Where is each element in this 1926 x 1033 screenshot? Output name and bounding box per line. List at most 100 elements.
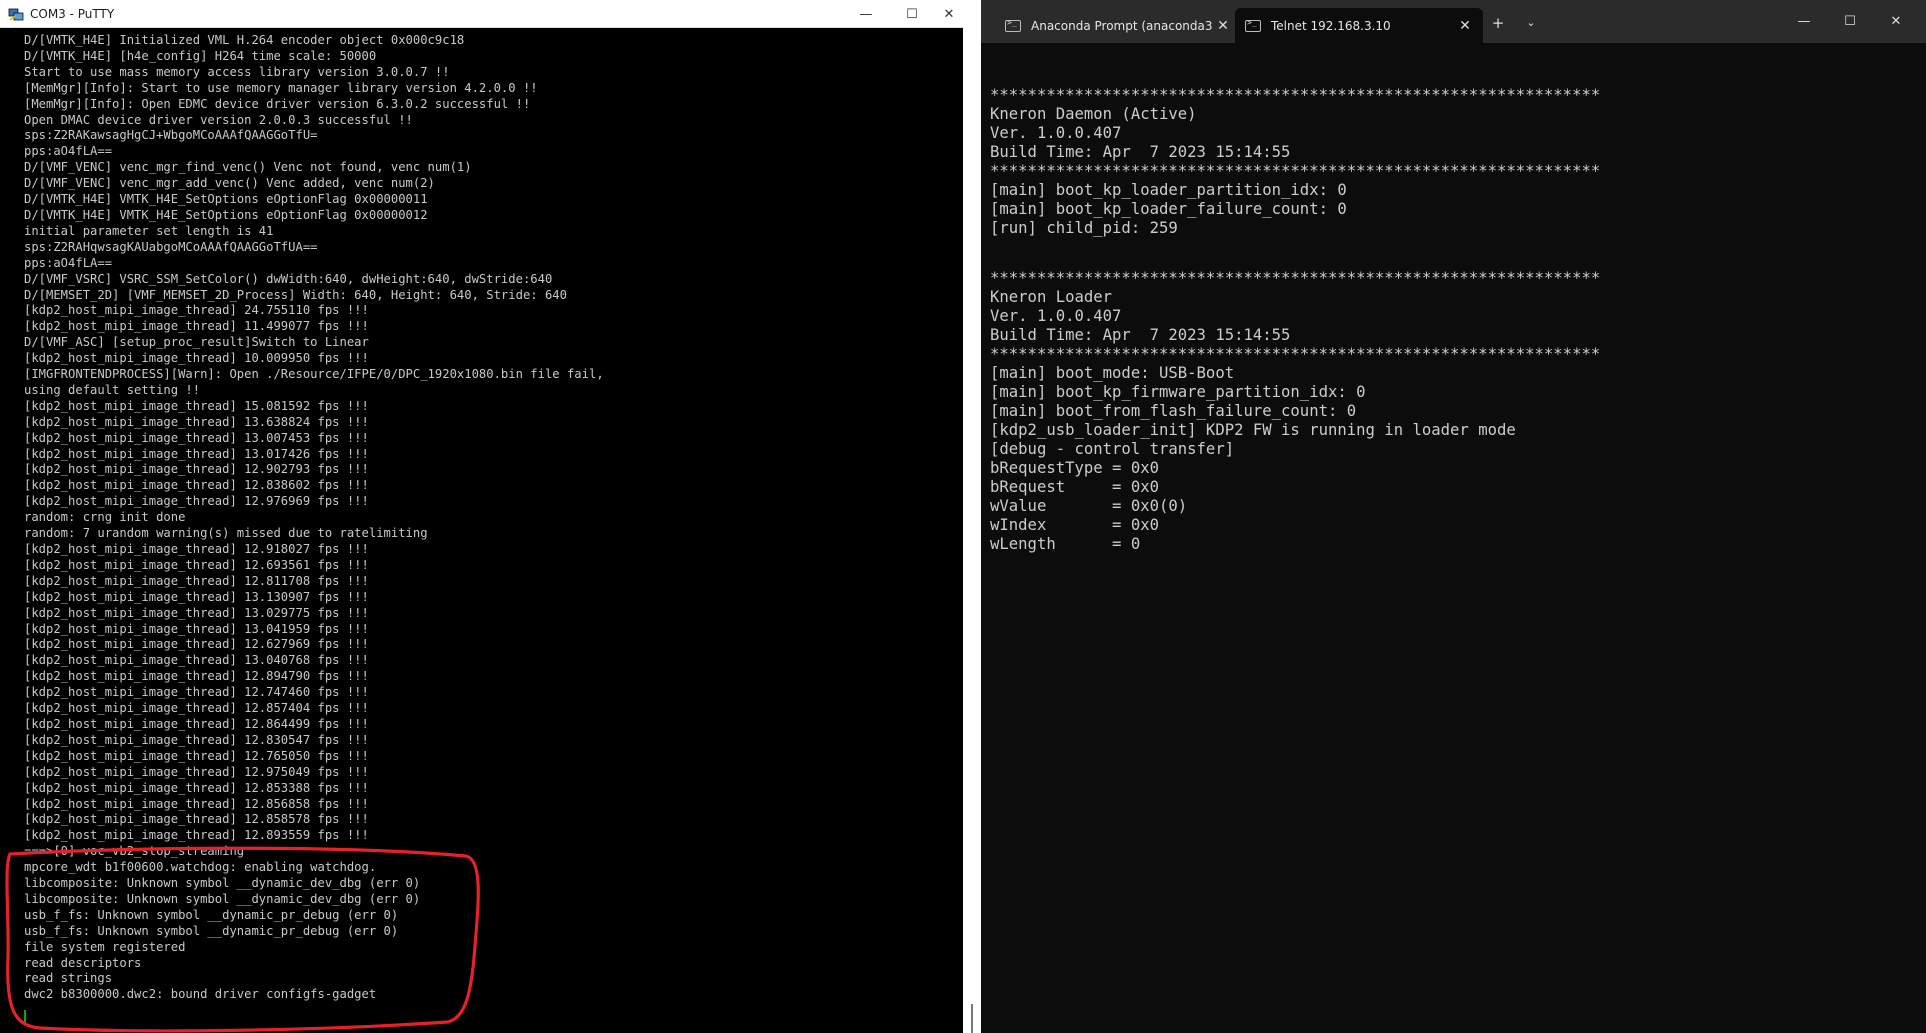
putty-output-line: usb_f_fs: Unknown symbol __dynamic_pr_de… [24, 923, 399, 938]
telnet-terminal-output[interactable]: ****************************************… [990, 86, 1920, 1026]
putty-output-line: [kdp2_host_mipi_image_thread] 12.830547 … [24, 732, 369, 747]
close-button[interactable]: ✕ [1873, 0, 1919, 43]
putty-output-line: [kdp2_host_mipi_image_thread] 15.081592 … [24, 398, 369, 413]
minimize-button[interactable]: — [843, 0, 889, 28]
putty-output-line: sps:Z2RAKawsagHgCJ+WbgoMCoAAAfQAAGGoTfU= [24, 128, 318, 143]
putty-output-line: D/[VMTK_H4E] Initialized VML H.264 encod… [24, 33, 465, 47]
putty-output-line: [kdp2_host_mipi_image_thread] 12.811708 … [24, 573, 369, 588]
putty-output-line: [kdp2_host_mipi_image_thread] 12.918027 … [24, 542, 369, 556]
telnet-output-line: Ver. 1.0.0.407 [990, 307, 1122, 326]
minimize-icon: — [1797, 14, 1811, 29]
putty-output-line: D/[VMF_ASC] [setup_proc_result]Switch to… [24, 335, 369, 350]
putty-output-line: random: crng init done [24, 510, 186, 525]
putty-output-line: [kdp2_host_mipi_image_thread] 13.007453 … [24, 430, 369, 445]
putty-output-line: D/[VMF_VENC] venc_mgr_add_venc() Venc ad… [24, 176, 435, 191]
new-tab-button[interactable]: + [1485, 12, 1511, 34]
telnet-output-line: Ver. 1.0.0.407 [990, 124, 1122, 142]
maximize-icon: ☐ [906, 6, 918, 22]
telnet-output-line: ****************************************… [990, 162, 1601, 180]
putty-output-line: [kdp2_host_mipi_image_thread] 13.638824 … [24, 414, 369, 429]
putty-output-line: libcomposite: Unknown symbol __dynamic_d… [24, 876, 421, 891]
telnet-output-line [990, 238, 1920, 254]
putty-output-line: [kdp2_host_mipi_image_thread] 12.975049 … [24, 764, 369, 779]
telnet-output-line: [debug - control transfer] [990, 440, 1235, 459]
telnet-output-line: ****************************************… [990, 345, 1601, 364]
putty-terminal-output[interactable]: D/[VMTK_H4E] Initialized VML H.264 encod… [24, 33, 954, 1028]
putty-titlebar[interactable]: COM3 - PuTTY — ☐ ✕ [0, 0, 963, 28]
telnet-output-line: ****************************************… [990, 269, 1601, 288]
putty-output-line: [kdp2_host_mipi_image_thread] 13.041959 … [24, 621, 369, 636]
tab-bar: Anaconda Prompt (anaconda3 ✕ Telnet 192.… [981, 0, 1926, 43]
tab-dropdown-button[interactable]: ⌄ [1518, 12, 1544, 34]
telnet-output-line: ****************************************… [990, 86, 1601, 104]
telnet-output-line: [run] child_pid: 259 [990, 219, 1178, 237]
putty-output-line: D/[MEMSET_2D] [VMF_MEMSET_2D_Process] Wi… [24, 287, 567, 302]
putty-output-line: read strings [24, 971, 113, 986]
putty-output-line: [kdp2_host_mipi_image_thread] 12.864499 … [24, 716, 369, 731]
putty-output-line: [kdp2_host_mipi_image_thread] 11.499077 … [24, 319, 369, 334]
putty-output-line: using default setting !! [24, 382, 201, 397]
maximize-button[interactable]: ☐ [1827, 0, 1873, 43]
telnet-output-line: wValue = 0x0(0) [990, 497, 1188, 516]
close-button[interactable]: ✕ [935, 0, 963, 28]
minimize-button[interactable]: — [1781, 0, 1827, 43]
putty-output-line: [kdp2_host_mipi_image_thread] 13.130907 … [24, 589, 369, 604]
putty-output-line: [kdp2_host_mipi_image_thread] 12.693561 … [24, 557, 369, 572]
putty-output-line: initial parameter set length is 41 [24, 223, 274, 238]
putty-output-line: mpcore_wdt b1f00600.watchdog: enabling w… [24, 860, 377, 875]
minimize-icon: — [859, 6, 873, 22]
putty-output-line: [kdp2_host_mipi_image_thread] 24.755110 … [24, 303, 369, 318]
putty-output-line: [kdp2_host_mipi_image_thread] 12.976969 … [24, 494, 369, 509]
putty-output-line: [kdp2_host_mipi_image_thread] 12.765050 … [24, 748, 369, 763]
putty-app-icon[interactable] [8, 6, 24, 22]
putty-output-line: [kdp2_host_mipi_image_thread] 12.838602 … [24, 478, 369, 493]
telnet-output-line: Kneron Daemon (Active) [990, 105, 1197, 123]
maximize-icon: ☐ [1844, 14, 1856, 29]
putty-output-line: D/[VMTK_H4E] VMTK_H4E_SetOptions eOption… [24, 207, 428, 222]
putty-window: COM3 - PuTTY — ☐ ✕ D/[VMTK_H4E] Initiali… [0, 0, 981, 1033]
putty-output-line: D/[VMTK_H4E] [h4e_config] H264 time scal… [24, 48, 377, 63]
tab-label: Telnet 192.168.3.10 [1271, 18, 1391, 33]
close-icon: ✕ [1890, 14, 1902, 29]
putty-output-line: read descriptors [24, 955, 142, 970]
telnet-output-line: Build Time: Apr 7 2023 15:14:55 [990, 326, 1291, 345]
putty-output-line: sps:Z2RAHqwsagKAUabgoMCoAAAfQAAGGoTfUA== [24, 239, 318, 254]
putty-output-line: libcomposite: Unknown symbol __dynamic_d… [24, 891, 421, 906]
putty-output-line: [kdp2_host_mipi_image_thread] 12.857404 … [24, 701, 369, 716]
putty-output-line: D/[VMF_VENC] venc_mgr_find_venc() Venc n… [24, 160, 472, 175]
putty-output-line: [IMGFRONTENDPROCESS][Warn]: Open ./Resou… [24, 367, 604, 382]
putty-output-line: [kdp2_host_mipi_image_thread] 12.856858 … [24, 796, 369, 811]
telnet-output-line: [main] boot_kp_loader_failure_count: 0 [990, 200, 1347, 218]
telnet-output-line: wLength = 0 [990, 535, 1141, 554]
putty-window-title: COM3 - PuTTY [30, 7, 115, 21]
telnet-output-line: Build Time: Apr 7 2023 15:14:55 [990, 143, 1291, 161]
windows-terminal-window: Anaconda Prompt (anaconda3 ✕ Telnet 192.… [981, 0, 1926, 1033]
putty-output-line: D/[VMF_VSRC] VSRC_SSM_SetColor() dwWidth… [24, 271, 553, 286]
putty-output-line: [MemMgr][Info]: Start to use memory mana… [24, 80, 538, 95]
close-icon[interactable]: ✕ [1457, 18, 1473, 34]
telnet-output-line: bRequest = 0x0 [990, 478, 1159, 497]
scrollbar-thumb[interactable] [971, 1004, 973, 1033]
putty-output-line: [kdp2_host_mipi_image_thread] 12.853388 … [24, 780, 369, 795]
putty-output-line: [kdp2_host_mipi_image_thread] 12.893559 … [24, 828, 369, 843]
putty-output-line: Start to use mass memory access library … [24, 64, 450, 79]
putty-scrollbar[interactable] [963, 28, 981, 1033]
tab-telnet[interactable]: Telnet 192.168.3.10 ✕ [1235, 8, 1483, 43]
telnet-output-line: [main] boot_kp_firmware_partition_idx: 0 [990, 383, 1366, 402]
terminal-tab-icon [1245, 18, 1261, 32]
putty-output-line: [kdp2_host_mipi_image_thread] 12.858578 … [24, 812, 369, 827]
telnet-output-line [990, 254, 1920, 270]
close-icon[interactable]: ✕ [1215, 18, 1231, 34]
putty-output-line: [kdp2_host_mipi_image_thread] 10.009950 … [24, 351, 369, 366]
tab-anaconda-prompt[interactable]: Anaconda Prompt (anaconda3 ✕ [995, 8, 1241, 43]
putty-output-line: [kdp2_host_mipi_image_thread] 12.902793 … [24, 462, 369, 477]
putty-output-line: [kdp2_host_mipi_image_thread] 13.029775 … [24, 605, 369, 620]
maximize-button[interactable]: ☐ [889, 0, 935, 28]
putty-output-line: file system registered [24, 939, 186, 954]
putty-output-line: pps:aO4fLA== [24, 144, 113, 159]
putty-output-line: [kdp2_host_mipi_image_thread] 13.017426 … [24, 446, 369, 461]
putty-output-line: Open DMAC device driver version 2.0.0.3 … [24, 112, 413, 127]
putty-output-line: D/[VMTK_H4E] VMTK_H4E_SetOptions eOption… [24, 192, 428, 207]
telnet-output-line: [main] boot_kp_loader_partition_idx: 0 [990, 181, 1347, 199]
chevron-down-icon: ⌄ [1526, 16, 1536, 29]
